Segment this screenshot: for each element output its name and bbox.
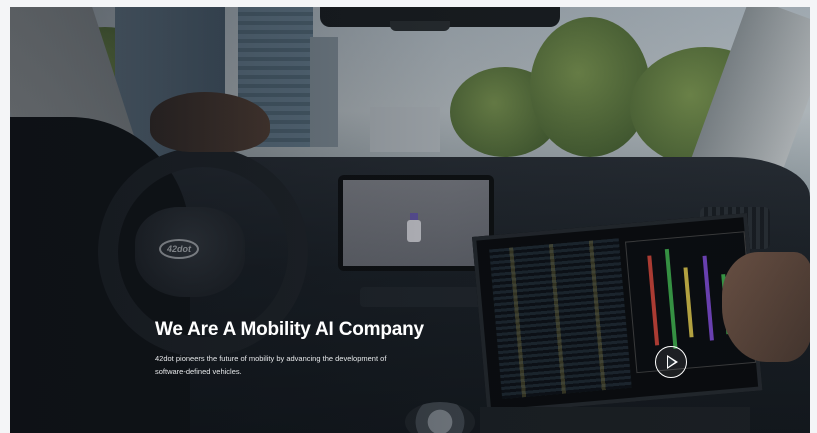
- hero-description: 42dot pioneers the future of mobility by…: [155, 354, 387, 376]
- play-video-button[interactable]: [655, 346, 687, 378]
- hero-section: 42dot We Are A Mobility AI Company 42dot…: [10, 7, 810, 433]
- hero-title: We Are A Mobility AI Company: [155, 319, 424, 340]
- image-overlay: [10, 7, 810, 433]
- play-icon: [667, 355, 678, 369]
